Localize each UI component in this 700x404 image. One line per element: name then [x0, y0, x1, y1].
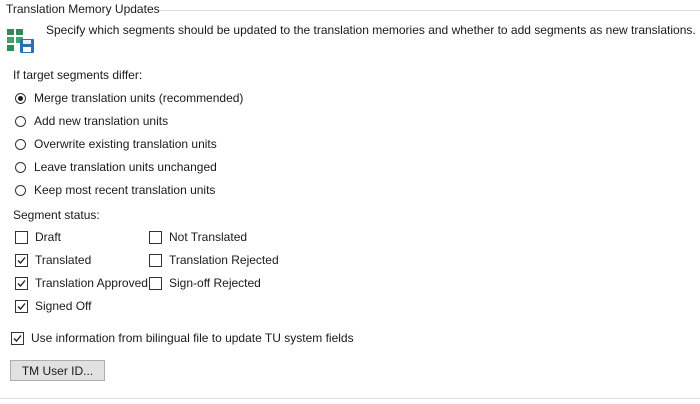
radio-label: Merge translation units (recommended) — [34, 91, 244, 105]
checkbox-label: Translation Approved — [35, 276, 148, 290]
checkbox-translation-rejected[interactable]: Translation Rejected — [149, 252, 279, 268]
checkbox-label: Not Translated — [169, 230, 248, 244]
checkbox-label: Use information from bilingual file to u… — [31, 331, 354, 345]
checkbox-draft[interactable]: Draft — [15, 229, 61, 245]
checkmark-icon — [17, 279, 26, 287]
checkbox-label: Signed Off — [35, 299, 92, 313]
checkbox-box[interactable] — [149, 276, 162, 290]
checkbox-box[interactable] — [149, 230, 162, 244]
checkbox-translated[interactable]: Translated — [15, 252, 91, 268]
checkmark-icon — [17, 302, 26, 310]
radio-indicator[interactable] — [15, 92, 26, 104]
checkbox-label: Translated — [35, 253, 92, 267]
group-border — [158, 10, 700, 11]
group-divider — [0, 398, 700, 399]
translation-memory-save-icon — [7, 29, 34, 53]
checkbox-box[interactable] — [11, 331, 24, 345]
checkbox-translation-approved[interactable]: Translation Approved — [15, 275, 148, 291]
radio-leave-unchanged[interactable]: Leave translation units unchanged — [15, 159, 217, 175]
radio-label: Keep most recent translation units — [34, 183, 216, 197]
radio-overwrite-units[interactable]: Overwrite existing translation units — [15, 136, 217, 152]
radio-indicator[interactable] — [15, 184, 26, 196]
target-differ-label: If target segments differ: — [13, 68, 143, 82]
tm-user-id-button[interactable]: TM User ID... — [10, 360, 105, 381]
group-title: Translation Memory Updates — [6, 2, 160, 16]
radio-indicator[interactable] — [15, 138, 26, 150]
radio-indicator[interactable] — [15, 161, 26, 173]
radio-label: Add new translation units — [34, 114, 169, 128]
radio-keep-most-recent[interactable]: Keep most recent translation units — [15, 182, 215, 198]
checkbox-use-bilingual-info[interactable]: Use information from bilingual file to u… — [11, 330, 354, 346]
radio-indicator[interactable] — [15, 115, 26, 127]
radio-label: Leave translation units unchanged — [34, 160, 217, 174]
checkbox-label: Sign-off Rejected — [169, 276, 261, 290]
checkbox-label: Draft — [35, 230, 62, 244]
checkmark-icon — [13, 334, 22, 342]
radio-merge-units[interactable]: Merge translation units (recommended) — [15, 90, 243, 106]
radio-add-new-units[interactable]: Add new translation units — [15, 113, 168, 129]
checkbox-box[interactable] — [15, 230, 28, 244]
checkbox-box[interactable] — [15, 276, 28, 290]
checkbox-signed-off[interactable]: Signed Off — [15, 298, 91, 314]
radio-label: Overwrite existing translation units — [34, 137, 217, 151]
checkbox-box[interactable] — [149, 253, 162, 267]
checkbox-label: Translation Rejected — [169, 253, 279, 267]
checkbox-not-translated[interactable]: Not Translated — [149, 229, 247, 245]
checkbox-sign-off-rejected[interactable]: Sign-off Rejected — [149, 275, 261, 291]
description-text: Specify which segments should be updated… — [46, 23, 696, 37]
checkbox-box[interactable] — [15, 299, 28, 313]
checkmark-icon — [17, 256, 26, 264]
checkbox-box[interactable] — [15, 253, 28, 267]
segment-status-label: Segment status: — [13, 208, 100, 222]
